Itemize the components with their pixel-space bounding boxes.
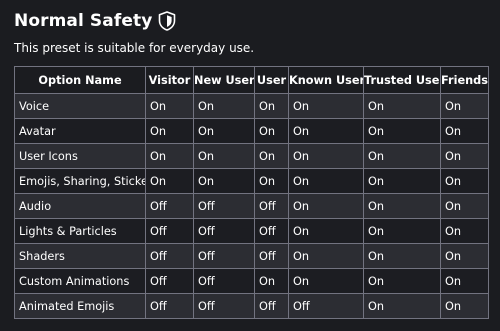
table-row: Shaders Off Off Off On On On bbox=[14, 243, 489, 269]
table-row: Lights & Particles Off Off Off On On On bbox=[14, 218, 489, 244]
option-name-cell: Voice bbox=[14, 93, 146, 119]
table-row: Animated Emojis Off Off Off Off On On bbox=[14, 293, 489, 319]
option-name-cell: Custom Animations bbox=[14, 268, 146, 294]
new-user-cell: On bbox=[193, 143, 255, 169]
user-cell: Off bbox=[254, 193, 289, 219]
user-cell: Off bbox=[254, 293, 289, 319]
safety-settings-table: Option Name Visitor New User User Known … bbox=[14, 66, 489, 319]
user-cell: Off bbox=[254, 218, 289, 244]
friends-cell: On bbox=[440, 293, 489, 319]
trusted-user-cell: On bbox=[363, 143, 441, 169]
column-header-trusted-user: Trusted User bbox=[363, 66, 441, 94]
friends-cell: On bbox=[440, 268, 489, 294]
visitor-cell: Off bbox=[145, 268, 194, 294]
known-user-cell: On bbox=[288, 93, 364, 119]
user-cell: Off bbox=[254, 243, 289, 269]
table-row: Avatar On On On On On On bbox=[14, 118, 489, 144]
option-name-cell: Animated Emojis bbox=[14, 293, 146, 319]
visitor-cell: Off bbox=[145, 193, 194, 219]
option-name-cell: Emojis, Sharing, Stickers bbox=[14, 168, 146, 194]
known-user-cell: On bbox=[288, 143, 364, 169]
friends-cell: On bbox=[440, 193, 489, 219]
known-user-cell: Off bbox=[288, 293, 364, 319]
table-row: Audio Off Off Off On On On bbox=[14, 193, 489, 219]
known-user-cell: On bbox=[288, 193, 364, 219]
column-header-friends: Friends bbox=[440, 66, 489, 94]
known-user-cell: On bbox=[288, 118, 364, 144]
user-cell: On bbox=[254, 268, 289, 294]
preset-description: This preset is suitable for everyday use… bbox=[14, 41, 255, 55]
table-header-row: Option Name Visitor New User User Known … bbox=[14, 66, 489, 94]
new-user-cell: Off bbox=[193, 268, 255, 294]
visitor-cell: Off bbox=[145, 243, 194, 269]
friends-cell: On bbox=[440, 118, 489, 144]
column-header-option-name: Option Name bbox=[14, 66, 146, 94]
new-user-cell: On bbox=[193, 118, 255, 144]
header: Normal Safety bbox=[14, 9, 176, 33]
new-user-cell: Off bbox=[193, 293, 255, 319]
table-row: User Icons On On On On On On bbox=[14, 143, 489, 169]
visitor-cell: Off bbox=[145, 293, 194, 319]
friends-cell: On bbox=[440, 143, 489, 169]
new-user-cell: Off bbox=[193, 218, 255, 244]
option-name-cell: Audio bbox=[14, 193, 146, 219]
column-header-visitor: Visitor bbox=[145, 66, 194, 94]
known-user-cell: On bbox=[288, 243, 364, 269]
table-row: Voice On On On On On On bbox=[14, 93, 489, 119]
trusted-user-cell: On bbox=[363, 118, 441, 144]
option-name-cell: Avatar bbox=[14, 118, 146, 144]
trusted-user-cell: On bbox=[363, 93, 441, 119]
user-cell: On bbox=[254, 143, 289, 169]
friends-cell: On bbox=[440, 218, 489, 244]
column-header-user: User bbox=[254, 66, 289, 94]
visitor-cell: On bbox=[145, 93, 194, 119]
trusted-user-cell: On bbox=[363, 243, 441, 269]
friends-cell: On bbox=[440, 243, 489, 269]
known-user-cell: On bbox=[288, 168, 364, 194]
visitor-cell: On bbox=[145, 118, 194, 144]
new-user-cell: On bbox=[193, 93, 255, 119]
option-name-cell: Shaders bbox=[14, 243, 146, 269]
friends-cell: On bbox=[440, 93, 489, 119]
table-row: Emojis, Sharing, Stickers On On On On On… bbox=[14, 168, 489, 194]
known-user-cell: On bbox=[288, 268, 364, 294]
visitor-cell: On bbox=[145, 168, 194, 194]
new-user-cell: Off bbox=[193, 243, 255, 269]
user-cell: On bbox=[254, 93, 289, 119]
trusted-user-cell: On bbox=[363, 168, 441, 194]
new-user-cell: Off bbox=[193, 193, 255, 219]
known-user-cell: On bbox=[288, 218, 364, 244]
table-row: Custom Animations Off Off On On On On bbox=[14, 268, 489, 294]
shield-icon bbox=[158, 11, 176, 31]
column-header-known-user: Known User bbox=[288, 66, 364, 94]
page-title: Normal Safety bbox=[14, 11, 153, 31]
friends-cell: On bbox=[440, 168, 489, 194]
user-cell: On bbox=[254, 118, 289, 144]
trusted-user-cell: On bbox=[363, 193, 441, 219]
new-user-cell: On bbox=[193, 168, 255, 194]
option-name-cell: User Icons bbox=[14, 143, 146, 169]
trusted-user-cell: On bbox=[363, 268, 441, 294]
trusted-user-cell: On bbox=[363, 218, 441, 244]
visitor-cell: Off bbox=[145, 218, 194, 244]
user-cell: On bbox=[254, 168, 289, 194]
trusted-user-cell: On bbox=[363, 293, 441, 319]
visitor-cell: On bbox=[145, 143, 194, 169]
option-name-cell: Lights & Particles bbox=[14, 218, 146, 244]
column-header-new-user: New User bbox=[193, 66, 255, 94]
